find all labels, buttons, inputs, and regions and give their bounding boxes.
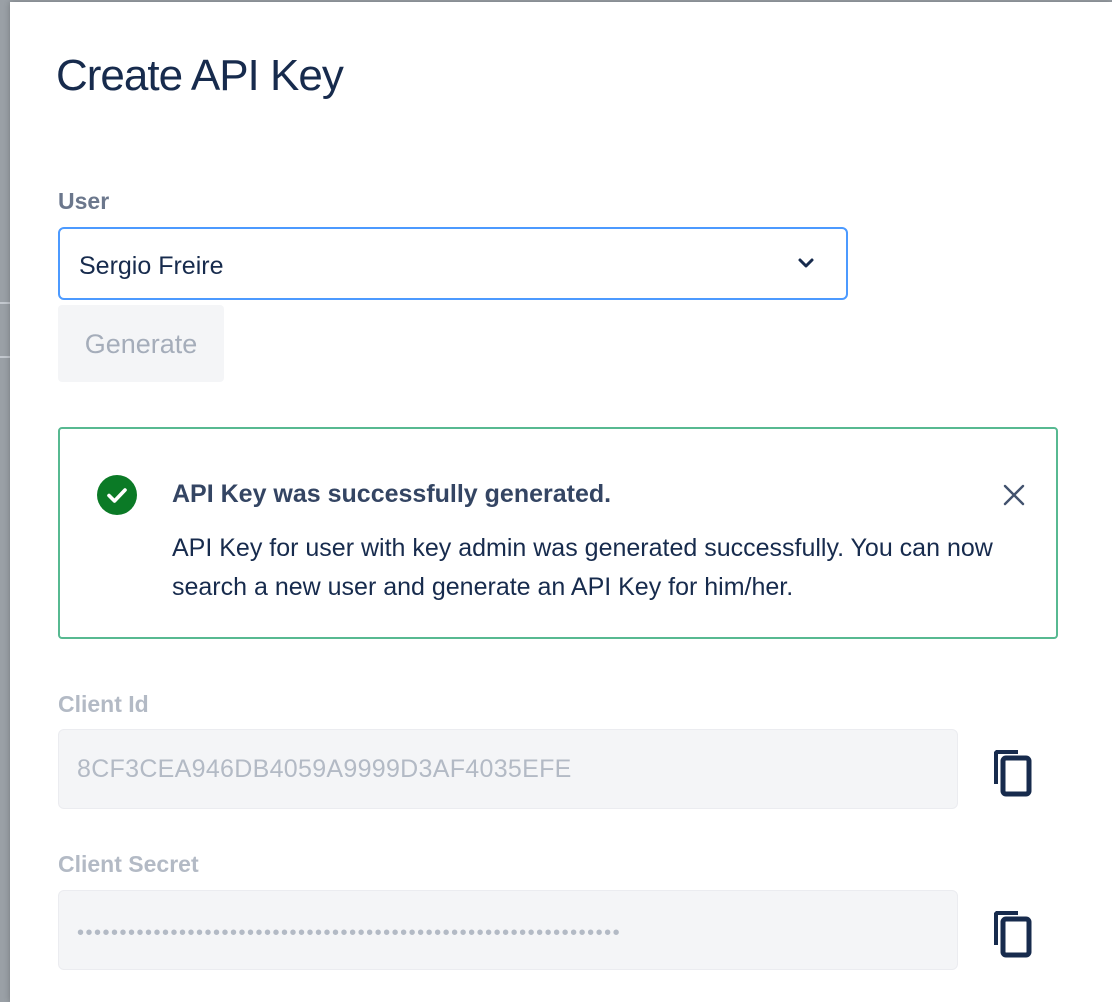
- copy-client-id-icon[interactable]: [988, 744, 1036, 800]
- backdrop-divider: [0, 356, 10, 358]
- backdrop-divider: [0, 302, 10, 304]
- alert-title: API Key was successfully generated.: [172, 480, 612, 508]
- client-secret-value: ••••••••••••••••••••••••••••••••••••••••…: [77, 922, 622, 944]
- client-id-label: Client Id: [58, 691, 149, 717]
- client-id-value: 8CF3CEA946DB4059A9999D3AF4035EFE: [77, 755, 572, 783]
- close-icon[interactable]: [1002, 483, 1026, 507]
- user-select-value: Sergio Freire: [79, 252, 224, 280]
- alert-message: API Key for user with key admin was gene…: [172, 534, 993, 601]
- modal-title: Create API Key: [56, 51, 344, 100]
- create-api-key-modal: Create API Key User Sergio Freire Genera…: [10, 2, 1112, 1002]
- client-secret-field[interactable]: ••••••••••••••••••••••••••••••••••••••••…: [58, 890, 958, 970]
- generate-button-label: Generate: [84, 328, 198, 359]
- copy-client-secret-icon[interactable]: [988, 905, 1036, 961]
- client-id-field[interactable]: 8CF3CEA946DB4059A9999D3AF4035EFE: [58, 729, 958, 809]
- user-select[interactable]: Sergio Freire: [58, 227, 848, 300]
- user-field-label: User: [58, 188, 110, 214]
- generate-button[interactable]: Generate: [58, 305, 224, 382]
- client-secret-label: Client Secret: [58, 851, 199, 877]
- success-alert: API Key was successfully generated. API …: [58, 427, 1058, 639]
- check-circle-icon: [97, 475, 137, 515]
- chevron-down-icon[interactable]: [796, 253, 816, 273]
